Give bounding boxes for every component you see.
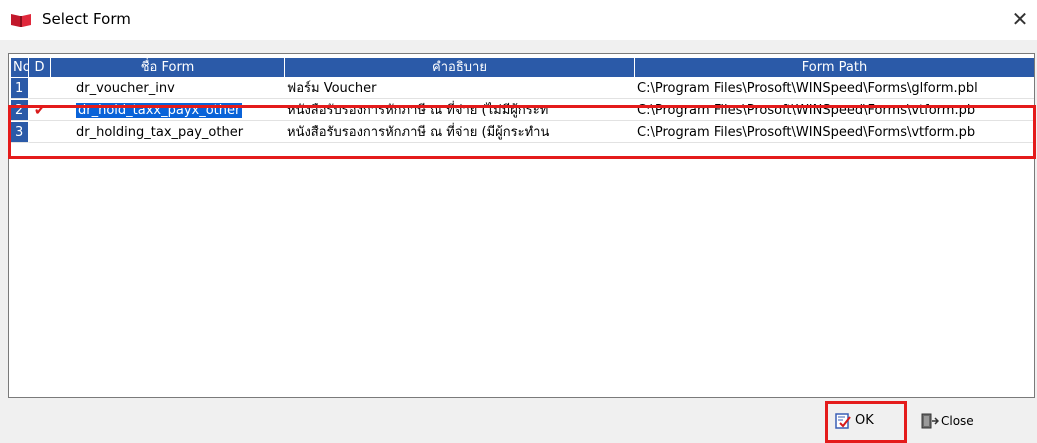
row-number: 1 bbox=[11, 78, 29, 99]
row-d-mark[interactable] bbox=[29, 78, 51, 99]
row-form-name: dr_holding_tax_pay_other bbox=[51, 122, 285, 143]
row-form-name: dr_hold_taxx_payx_other bbox=[51, 100, 285, 121]
column-header-d[interactable]: D bbox=[29, 58, 51, 77]
ok-button[interactable]: OK bbox=[835, 408, 895, 434]
close-window-button[interactable]: ✕ bbox=[1008, 6, 1032, 32]
close-button[interactable]: Close bbox=[921, 408, 991, 434]
row-number: 3 bbox=[11, 122, 29, 143]
row-form-path: C:\Program Files\Prosoft\WINSpeed\Forms\… bbox=[635, 122, 1034, 143]
column-header-no[interactable]: No. bbox=[11, 58, 35, 77]
check-mark-icon[interactable]: ✔ bbox=[29, 100, 51, 121]
exit-door-icon bbox=[921, 413, 939, 429]
row-form-path: C:\Program Files\Prosoft\WINSpeed\Forms\… bbox=[635, 100, 1034, 121]
column-header-form-name[interactable]: ชื่อ Form bbox=[51, 58, 285, 77]
row-description: หนังสือรับรองการหักภาษี ณ ที่จ่าย (ไม่มี… bbox=[285, 100, 635, 121]
column-header-description[interactable]: คำอธิบาย bbox=[285, 58, 635, 77]
row-form-name: dr_voucher_inv bbox=[51, 78, 285, 99]
form-list-grid[interactable]: No. D ชื่อ Form คำอธิบาย Form Path 1 dr_… bbox=[8, 53, 1035, 398]
table-row[interactable]: 2 ✔ dr_hold_taxx_payx_other หนังสือรับรอ… bbox=[9, 100, 1034, 122]
selected-form-name[interactable]: dr_hold_taxx_payx_other bbox=[74, 102, 244, 119]
row-d-mark[interactable] bbox=[29, 122, 51, 143]
table-row[interactable]: 1 dr_voucher_inv ฟอร์ม Voucher C:\Progra… bbox=[9, 78, 1034, 100]
ok-label: OK bbox=[855, 413, 874, 428]
table-row[interactable]: 3 dr_holding_tax_pay_other หนังสือรับรอง… bbox=[9, 122, 1034, 144]
close-label: Close bbox=[941, 414, 974, 428]
window-title: Select Form bbox=[42, 10, 131, 28]
row-number: 2 bbox=[11, 100, 29, 121]
select-form-dialog: Select Form ✕ No. D ชื่อ Form คำอธิบาย F… bbox=[0, 0, 1037, 443]
row-description: หนังสือรับรองการหักภาษี ณ ที่จ่าย (มีผู้… bbox=[285, 122, 635, 143]
document-check-icon bbox=[835, 413, 851, 429]
row-form-path: C:\Program Files\Prosoft\WINSpeed\Forms\… bbox=[635, 78, 1034, 99]
row-description: ฟอร์ม Voucher bbox=[285, 78, 635, 99]
column-header-form-path[interactable]: Form Path bbox=[635, 58, 1034, 77]
book-icon bbox=[11, 14, 31, 27]
title-bar: Select Form ✕ bbox=[0, 0, 1037, 40]
